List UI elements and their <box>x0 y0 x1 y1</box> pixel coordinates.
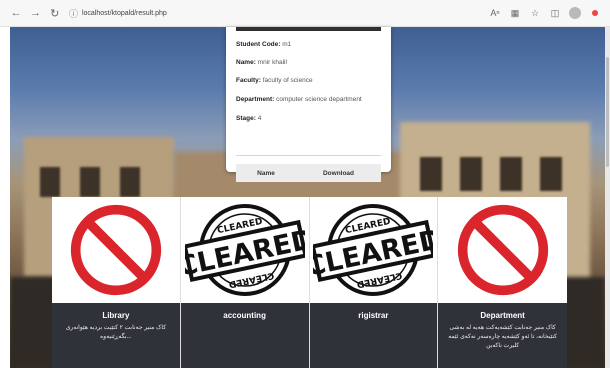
student-name-field: Name: mnir khalil <box>236 59 287 66</box>
profile-icon[interactable] <box>566 4 584 22</box>
department-field: Department: computer science department <box>236 96 362 103</box>
notification-icon[interactable] <box>586 4 604 22</box>
read-aloud-icon[interactable]: Aⁿ <box>486 4 504 22</box>
info-icon[interactable]: ⓘ <box>69 7 78 20</box>
tile-message: کاک منیر جەنابت ٢ کتێبت بردیە هێوانەری .… <box>65 325 167 340</box>
cleared-stamp-icon: CLEARED CLEARED CLEARED <box>310 197 438 303</box>
student-info-card: Student Code: m1 Name: mnir khalil Facul… <box>226 27 391 182</box>
tile-title: Department <box>480 311 525 320</box>
stage-field: Stage: 4 <box>236 115 262 122</box>
column-download: Download <box>322 169 355 177</box>
tile-title: accounting <box>223 311 266 320</box>
browser-toolbar: ← → ↻ ⓘ localhost/ktopald/result.php Aⁿ … <box>0 0 610 27</box>
reload-icon[interactable]: ↻ <box>47 4 63 22</box>
tile-title: rigistrar <box>358 311 389 320</box>
cleared-stamp-icon: CLEARED CLEARED CLEARED <box>181 197 309 303</box>
collections-icon[interactable]: ◫ <box>546 4 564 22</box>
extensions-icon[interactable]: ▦ <box>506 4 524 22</box>
address-bar[interactable]: ⓘ localhost/ktopald/result.php <box>69 4 486 22</box>
page-scrollbar[interactable] <box>605 27 610 368</box>
tile-accounting: CLEARED CLEARED CLEARED accounting <box>180 197 310 368</box>
tile-department: Department کاک منیر جەنابت کێشەیەکت هەیە… <box>438 197 567 368</box>
url-text: localhost/ktopald/result.php <box>81 9 167 17</box>
faculty-field: Faculty: faculty of science <box>236 77 313 84</box>
prohibited-icon <box>52 197 180 303</box>
prohibited-icon <box>438 197 567 303</box>
back-icon[interactable]: ← <box>8 4 24 22</box>
forward-icon[interactable]: → <box>27 4 43 22</box>
favorites-icon[interactable]: ☆ <box>526 4 544 22</box>
download-table-header: Name Download <box>236 164 381 182</box>
student-code-field: Student Code: m1 <box>236 41 292 48</box>
tile-library: Library کاک منیر جەنابت ٢ کتێبت بردیە هێ… <box>52 197 181 368</box>
clearance-tiles: Library کاک منیر جەنابت ٢ کتێبت بردیە هێ… <box>52 197 567 368</box>
tile-title: Library <box>102 311 130 320</box>
column-name: Name <box>257 169 275 177</box>
tile-message: کاک منیر جەنابت کێشەیەکت هەیە لە بەشی کت… <box>448 325 557 349</box>
tile-registrar: CLEARED CLEARED CLEARED rigistrar <box>309 197 439 368</box>
card-divider <box>236 155 381 156</box>
